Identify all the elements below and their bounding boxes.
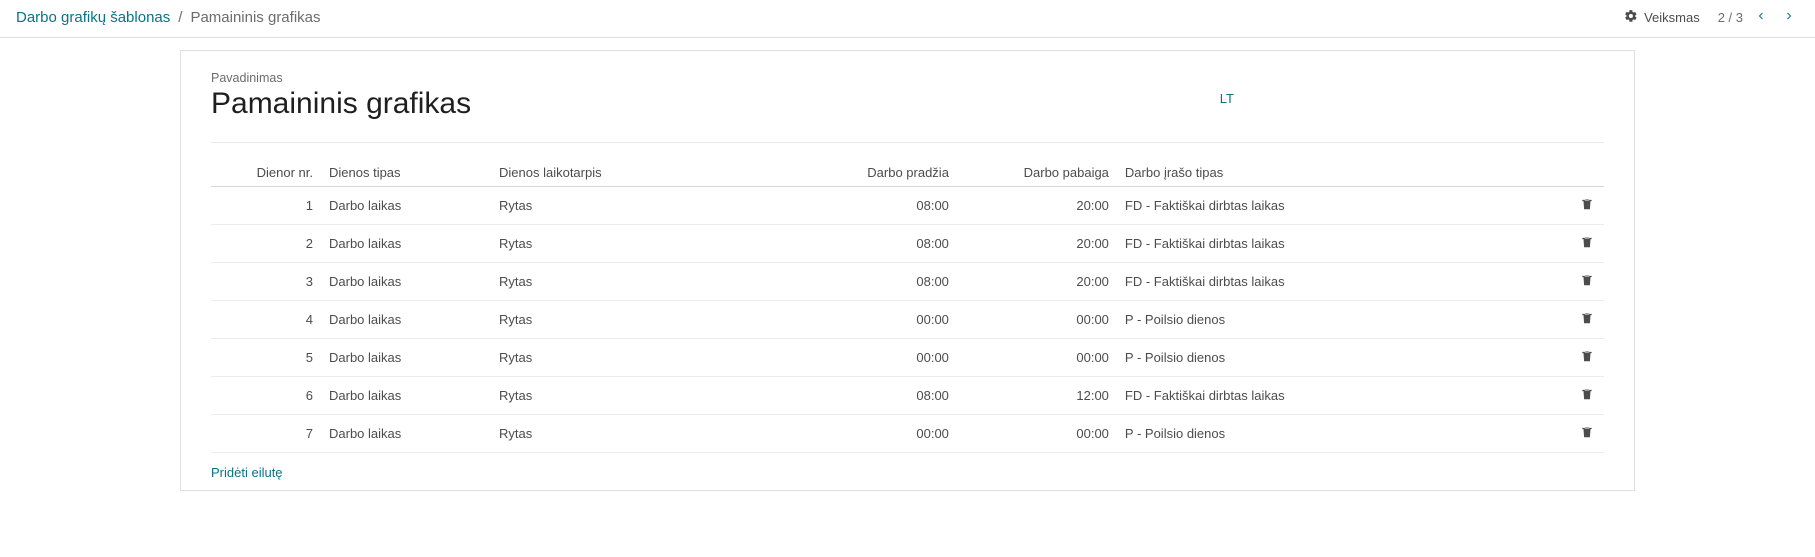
cell-work-end[interactable]: 00:00	[957, 414, 1117, 452]
cell-entry-type[interactable]: FD - Faktiškai dirbtas laikas	[1117, 224, 1570, 262]
cell-entry-type[interactable]: P - Poilsio dienos	[1117, 338, 1570, 376]
table-row[interactable]: 3Darbo laikasRytas08:0020:00FD - Faktišk…	[211, 262, 1604, 300]
cell-work-start[interactable]: 08:00	[797, 224, 957, 262]
col-work-end: Darbo pabaiga	[957, 161, 1117, 187]
table-row[interactable]: 1Darbo laikasRytas08:0020:00FD - Faktišk…	[211, 186, 1604, 224]
cell-work-end[interactable]: 20:00	[957, 224, 1117, 262]
cell-entry-type[interactable]: P - Poilsio dienos	[1117, 300, 1570, 338]
action-menu-button[interactable]: Veiksmas	[1624, 9, 1700, 26]
chevron-right-icon	[1783, 10, 1795, 25]
delete-row-button[interactable]	[1578, 347, 1596, 368]
pager-prev-button[interactable]	[1751, 8, 1771, 27]
cell-entry-type[interactable]: P - Poilsio dienos	[1117, 414, 1570, 452]
delete-row-button[interactable]	[1578, 423, 1596, 444]
delete-row-button[interactable]	[1578, 233, 1596, 254]
schedule-lines-table: Dienor nr. Dienos tipas Dienos laikotarp…	[211, 161, 1604, 453]
cell-day-nr[interactable]: 7	[211, 414, 321, 452]
pager-count: 2 / 3	[1718, 10, 1743, 25]
cell-day-period[interactable]: Rytas	[491, 414, 797, 452]
col-day-nr: Dienor nr.	[211, 161, 321, 187]
delete-row-button[interactable]	[1578, 309, 1596, 330]
col-entry-type: Darbo įrašo tipas	[1117, 161, 1570, 187]
pager-next-button[interactable]	[1779, 8, 1799, 27]
add-line-link[interactable]: Pridėti eilutę	[211, 465, 283, 480]
cell-work-end[interactable]: 00:00	[957, 300, 1117, 338]
table-row[interactable]: 5Darbo laikasRytas00:0000:00P - Poilsio …	[211, 338, 1604, 376]
cell-day-type[interactable]: Darbo laikas	[321, 224, 491, 262]
trash-icon	[1580, 387, 1594, 404]
breadcrumb-current: Pamaininis grafikas	[190, 9, 320, 26]
cell-work-start[interactable]: 00:00	[797, 300, 957, 338]
col-work-start: Darbo pradžia	[797, 161, 957, 187]
gear-icon	[1624, 9, 1638, 26]
form-sheet: Pavadinimas Pamaininis grafikas LT Dieno…	[180, 50, 1635, 491]
cell-day-nr[interactable]: 5	[211, 338, 321, 376]
cell-day-nr[interactable]: 6	[211, 376, 321, 414]
breadcrumb: Darbo grafikų šablonas / Pamaininis graf…	[16, 9, 1624, 26]
table-row[interactable]: 6Darbo laikasRytas08:0012:00FD - Faktišk…	[211, 376, 1604, 414]
cell-day-period[interactable]: Rytas	[491, 262, 797, 300]
table-row[interactable]: 2Darbo laikasRytas08:0020:00FD - Faktišk…	[211, 224, 1604, 262]
cell-work-end[interactable]: 20:00	[957, 262, 1117, 300]
cell-day-nr[interactable]: 1	[211, 186, 321, 224]
breadcrumb-root-link[interactable]: Darbo grafikų šablonas	[16, 9, 170, 26]
trash-icon	[1580, 425, 1594, 442]
name-field-label: Pavadinimas	[211, 71, 1172, 85]
cell-day-period[interactable]: Rytas	[491, 338, 797, 376]
cell-work-start[interactable]: 00:00	[797, 338, 957, 376]
cell-work-start[interactable]: 08:00	[797, 262, 957, 300]
action-menu-label: Veiksmas	[1644, 10, 1700, 25]
trash-icon	[1580, 273, 1594, 290]
cell-day-period[interactable]: Rytas	[491, 300, 797, 338]
cell-work-start[interactable]: 08:00	[797, 376, 957, 414]
header-bar: Darbo grafikų šablonas / Pamaininis graf…	[0, 0, 1815, 38]
cell-day-type[interactable]: Darbo laikas	[321, 338, 491, 376]
cell-day-nr[interactable]: 4	[211, 300, 321, 338]
cell-day-period[interactable]: Rytas	[491, 186, 797, 224]
trash-icon	[1580, 349, 1594, 366]
col-day-type: Dienos tipas	[321, 161, 491, 187]
table-row[interactable]: 4Darbo laikasRytas00:0000:00P - Poilsio …	[211, 300, 1604, 338]
cell-day-period[interactable]: Rytas	[491, 224, 797, 262]
cell-work-end[interactable]: 12:00	[957, 376, 1117, 414]
chevron-left-icon	[1755, 10, 1767, 25]
trash-icon	[1580, 311, 1594, 328]
delete-row-button[interactable]	[1578, 195, 1596, 216]
cell-day-type[interactable]: Darbo laikas	[321, 414, 491, 452]
cell-day-type[interactable]: Darbo laikas	[321, 300, 491, 338]
col-actions	[1570, 161, 1604, 187]
cell-day-nr[interactable]: 2	[211, 224, 321, 262]
cell-work-start[interactable]: 00:00	[797, 414, 957, 452]
cell-day-type[interactable]: Darbo laikas	[321, 186, 491, 224]
trash-icon	[1580, 197, 1594, 214]
header-right-tools: Veiksmas 2 / 3	[1624, 8, 1799, 27]
cell-day-type[interactable]: Darbo laikas	[321, 262, 491, 300]
language-badge[interactable]: LT	[1220, 91, 1234, 106]
table-row[interactable]: 7Darbo laikasRytas00:0000:00P - Poilsio …	[211, 414, 1604, 452]
delete-row-button[interactable]	[1578, 385, 1596, 406]
col-day-period: Dienos laikotarpis	[491, 161, 797, 187]
trash-icon	[1580, 235, 1594, 252]
name-field-value[interactable]: Pamaininis grafikas	[211, 87, 1172, 122]
cell-entry-type[interactable]: FD - Faktiškai dirbtas laikas	[1117, 376, 1570, 414]
cell-work-end[interactable]: 20:00	[957, 186, 1117, 224]
breadcrumb-separator: /	[178, 9, 182, 26]
cell-entry-type[interactable]: FD - Faktiškai dirbtas laikas	[1117, 186, 1570, 224]
record-pager: 2 / 3	[1718, 8, 1799, 27]
cell-work-start[interactable]: 08:00	[797, 186, 957, 224]
cell-entry-type[interactable]: FD - Faktiškai dirbtas laikas	[1117, 262, 1570, 300]
cell-day-type[interactable]: Darbo laikas	[321, 376, 491, 414]
cell-day-nr[interactable]: 3	[211, 262, 321, 300]
delete-row-button[interactable]	[1578, 271, 1596, 292]
cell-work-end[interactable]: 00:00	[957, 338, 1117, 376]
cell-day-period[interactable]: Rytas	[491, 376, 797, 414]
